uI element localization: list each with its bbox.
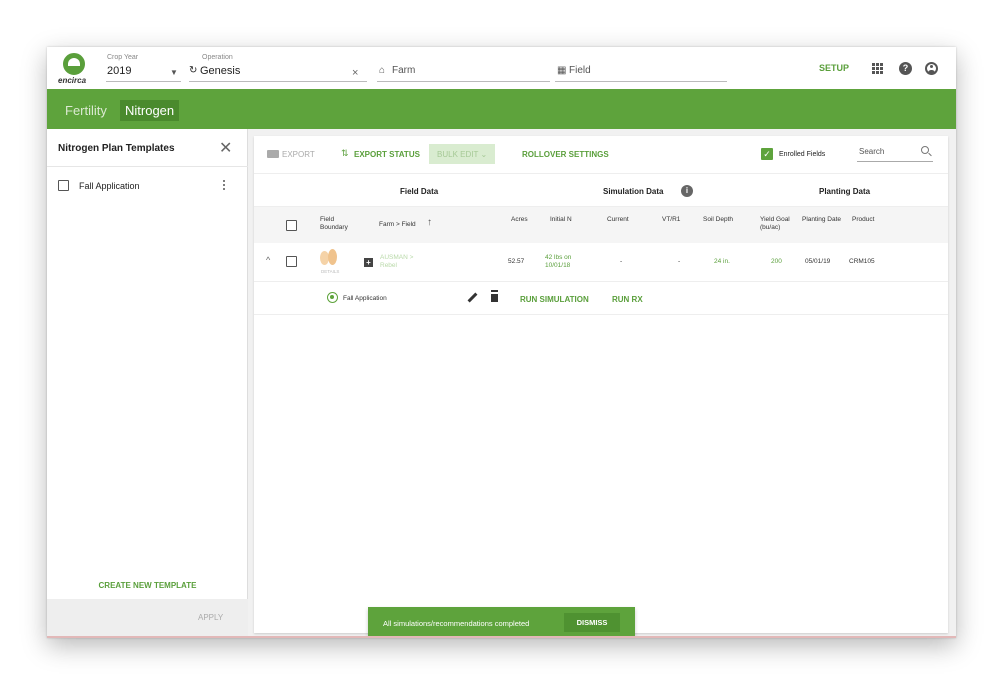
chevron-up-icon[interactable]: ^ (266, 255, 270, 265)
col-field-boundary: Field Boundary (320, 216, 348, 231)
field-boundary-thumbnail[interactable] (320, 249, 340, 267)
fields-table-card: EXPORT ⇅ EXPORT STATUS BULK EDIT ⌄ ROLLO… (254, 136, 948, 633)
apply-bar: APPLY (47, 599, 248, 638)
table-row[interactable]: ^ DETAILS + AUSMAN > Rebel 52.57 42 lbs … (254, 243, 948, 282)
delete-icon[interactable] (491, 292, 498, 302)
enrolled-fields-label: Enrolled Fields (779, 151, 826, 158)
clear-operation-icon[interactable]: × (352, 67, 358, 79)
search-input[interactable]: Search (859, 147, 884, 156)
bottom-edge (47, 636, 956, 638)
current-value: - (620, 258, 623, 265)
snackbar-message: All simulations/recommendations complete… (383, 619, 530, 628)
col-vt-r1: VT/R1 (662, 216, 681, 223)
column-header-row: Field Boundary Farm > Field ↑ Acres Init… (254, 206, 948, 243)
col-soil-depth: Soil Depth (703, 216, 733, 223)
col-farm-field[interactable]: Farm > Field (379, 221, 416, 229)
col-planting-date: Planting Date (802, 216, 842, 223)
simulation-data-heading: Simulation Data (603, 187, 664, 196)
field-icon: ▦ (557, 65, 567, 76)
templates-panel-header: Nitrogen Plan Templates ✕ (47, 129, 248, 167)
top-bar: encirca Crop Year 2019 ▼ Operation ↻ Gen… (47, 47, 956, 89)
product-value: CRM105 (849, 258, 875, 265)
tab-nitrogen[interactable]: Nitrogen (120, 100, 180, 121)
info-icon[interactable]: i (681, 185, 693, 197)
planting-data-heading: Planting Data (819, 187, 871, 196)
col-current: Current (607, 216, 629, 223)
edit-icon[interactable] (467, 292, 478, 303)
field-underline (555, 81, 727, 82)
plan-name: Fall Application (343, 295, 387, 302)
rollover-settings-button[interactable]: ROLLOVER SETTINGS (522, 150, 609, 159)
crop-year-label: Crop Year (107, 54, 139, 61)
export-status-button[interactable]: EXPORT STATUS (354, 150, 420, 159)
select-all-checkbox[interactable] (286, 220, 297, 231)
module-tab-bar: Fertility Nitrogen (47, 89, 956, 129)
chevron-down-icon: ⌄ (480, 150, 488, 159)
planting-date-value: 05/01/19 (805, 258, 831, 265)
farm-name[interactable]: AUSMAN > (380, 254, 413, 262)
details-link[interactable]: DETAILS (321, 269, 339, 274)
account-icon[interactable] (925, 62, 938, 75)
dismiss-button[interactable]: DISMISS (564, 613, 620, 632)
chevron-down-icon[interactable]: ▼ (170, 68, 178, 77)
search-icon[interactable] (921, 146, 929, 154)
templates-panel-title: Nitrogen Plan Templates (58, 143, 175, 154)
field-input[interactable]: Field (569, 65, 591, 76)
sort-arrows-icon: ⇅ (341, 148, 349, 158)
acres-value: 52.57 (508, 258, 525, 265)
initial-n-value[interactable]: 42 lbs on 10/01/18 (545, 254, 585, 270)
soil-depth-value[interactable]: 24 in. (714, 258, 730, 266)
bulk-edit-label: BULK EDIT (437, 150, 479, 159)
app-window: encirca Crop Year 2019 ▼ Operation ↻ Gen… (47, 47, 956, 638)
enrolled-fields-checkbox[interactable]: ✓ (761, 148, 773, 160)
apply-button[interactable]: APPLY (198, 613, 223, 622)
bulk-edit-button[interactable]: BULK EDIT ⌄ (429, 144, 496, 164)
apps-grid-icon[interactable] (872, 63, 883, 74)
yield-goal-value[interactable]: 200 (771, 258, 782, 266)
arrow-up-icon[interactable]: ↑ (427, 217, 432, 228)
tab-fertility[interactable]: Fertility (60, 100, 112, 121)
crop-year-select[interactable]: 2019 (107, 65, 131, 77)
template-checkbox[interactable] (58, 180, 69, 191)
farm-icon: ⌂ (379, 65, 386, 76)
col-acres: Acres (511, 216, 528, 223)
farm-underline (377, 81, 550, 82)
operation-select[interactable]: Genesis (200, 65, 240, 77)
close-icon[interactable]: ✕ (219, 138, 232, 158)
field-name[interactable]: Rebel (380, 262, 397, 270)
search-underline (857, 161, 933, 162)
add-box-icon[interactable]: + (364, 258, 373, 267)
group-header-row: Field Data Simulation Data i Planting Da… (254, 173, 948, 206)
templates-panel: Nitrogen Plan Templates ✕ Fall Applicati… (47, 129, 248, 638)
help-icon[interactable]: ? (899, 62, 912, 75)
logo-text: encirca (58, 76, 87, 85)
run-simulation-button[interactable]: RUN SIMULATION (520, 295, 589, 304)
setup-button[interactable]: SETUP (819, 63, 849, 73)
create-template-button[interactable]: CREATE NEW TEMPLATE (47, 581, 248, 590)
logo-icon (63, 53, 85, 75)
operation-label: Operation (202, 54, 233, 61)
col-product: Product (852, 216, 875, 223)
field-data-heading: Field Data (400, 187, 439, 196)
farm-input[interactable]: Farm (392, 65, 415, 76)
encirca-logo[interactable]: encirca (57, 53, 91, 87)
col-yield-goal: Yield Goal (bu/ac) (760, 216, 790, 231)
template-item-label[interactable]: Fall Application (79, 181, 140, 191)
snackbar: All simulations/recommendations complete… (368, 607, 635, 638)
vt-r1-value: - (678, 258, 681, 265)
more-vert-icon[interactable] (223, 180, 226, 191)
col-initial-n: Initial N (550, 216, 572, 223)
operation-refresh-icon: ↻ (189, 65, 198, 76)
run-rx-button[interactable]: RUN RX (612, 295, 643, 304)
row-checkbox[interactable] (286, 256, 297, 267)
export-button[interactable]: EXPORT (282, 150, 315, 159)
export-icon (267, 150, 279, 158)
operation-underline (189, 81, 367, 82)
crop-year-underline (106, 81, 181, 82)
plan-radio[interactable] (327, 292, 338, 303)
plan-row: Fall Application RUN SIMULATION RUN RX (254, 282, 948, 315)
